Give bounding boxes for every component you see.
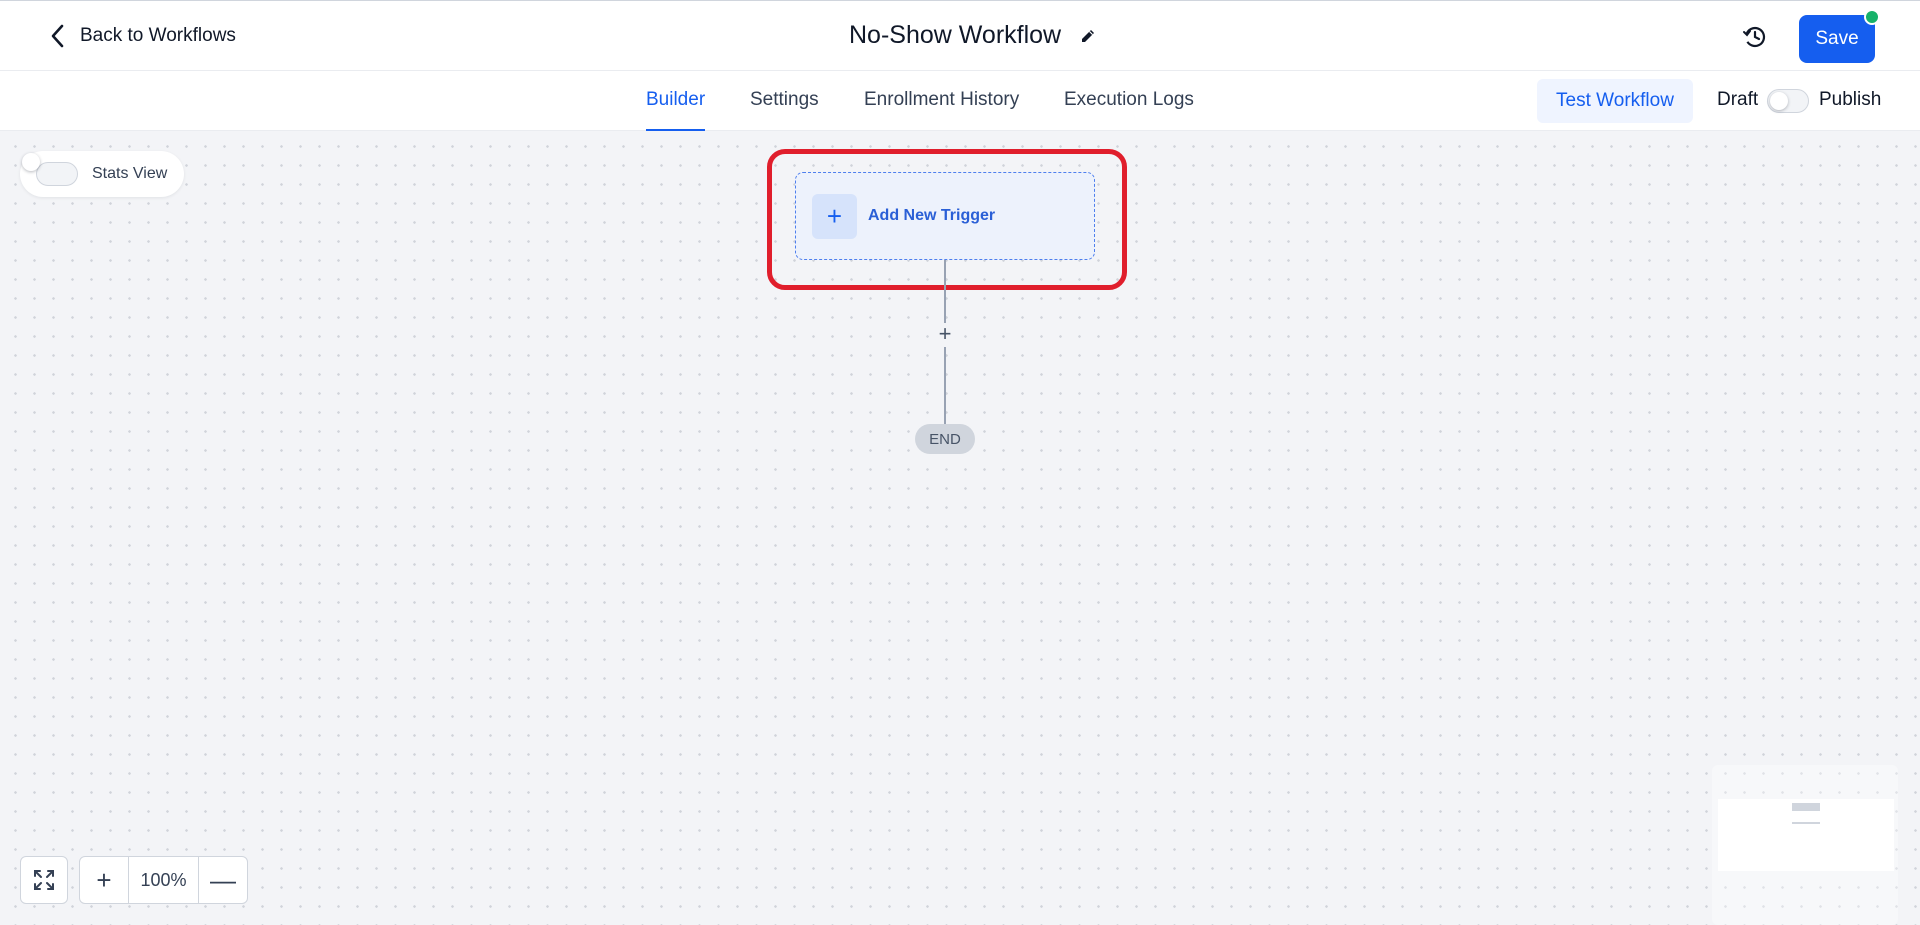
draft-label: Draft [1717,89,1759,110]
connector-line [944,347,946,424]
top-header: Back to Workflows No-Show Workflow Save [0,0,1920,71]
tab-builder[interactable]: Builder [646,89,706,131]
chevron-left-icon [51,24,64,48]
back-label: Back to Workflows [80,25,236,46]
zoom-in-button[interactable]: + [80,857,128,903]
tab-enrollment-history[interactable]: Enrollment History [864,89,1019,131]
minimap[interactable] [1712,765,1898,925]
back-to-workflows-link[interactable]: Back to Workflows [48,23,236,49]
add-step-button[interactable]: + [933,323,957,347]
connector-line [944,260,946,323]
stats-view-label: Stats View [92,165,168,182]
stats-view-toggle[interactable] [22,153,78,186]
minimap-node [1792,803,1820,811]
add-new-trigger-button[interactable]: + Add New Trigger [795,172,1095,260]
page-title: No-Show Workflow [849,21,1062,49]
fit-screen-icon [34,870,54,890]
publish-toggle[interactable] [1767,89,1809,113]
end-node: END [915,424,975,454]
zoom-controls: + 100% — [79,856,248,904]
stats-view-control: Stats View [20,151,184,197]
workflow-canvas[interactable]: Stats View + Add New Trigger + END + 100… [0,131,1920,925]
history-icon[interactable] [1741,23,1769,51]
test-workflow-button[interactable]: Test Workflow [1537,79,1693,123]
pencil-icon[interactable] [1079,27,1097,45]
tab-bar: Builder Settings Enrollment History Exec… [0,71,1920,131]
toggle-knob [22,153,40,171]
add-trigger-label: Add New Trigger [868,207,996,224]
publish-label: Publish [1819,89,1882,110]
save-button[interactable]: Save [1799,15,1875,63]
status-badge [1864,9,1880,25]
zoom-out-button[interactable]: — [199,857,247,903]
minimap-node [1792,822,1820,824]
fit-screen-button[interactable] [20,856,68,904]
zoom-level: 100% [128,857,199,903]
tab-execution-logs[interactable]: Execution Logs [1064,89,1194,131]
workflow-title-group: No-Show Workflow [849,21,1097,50]
tab-settings[interactable]: Settings [750,89,819,131]
toggle-knob [1770,92,1788,110]
plus-icon: + [812,193,857,239]
